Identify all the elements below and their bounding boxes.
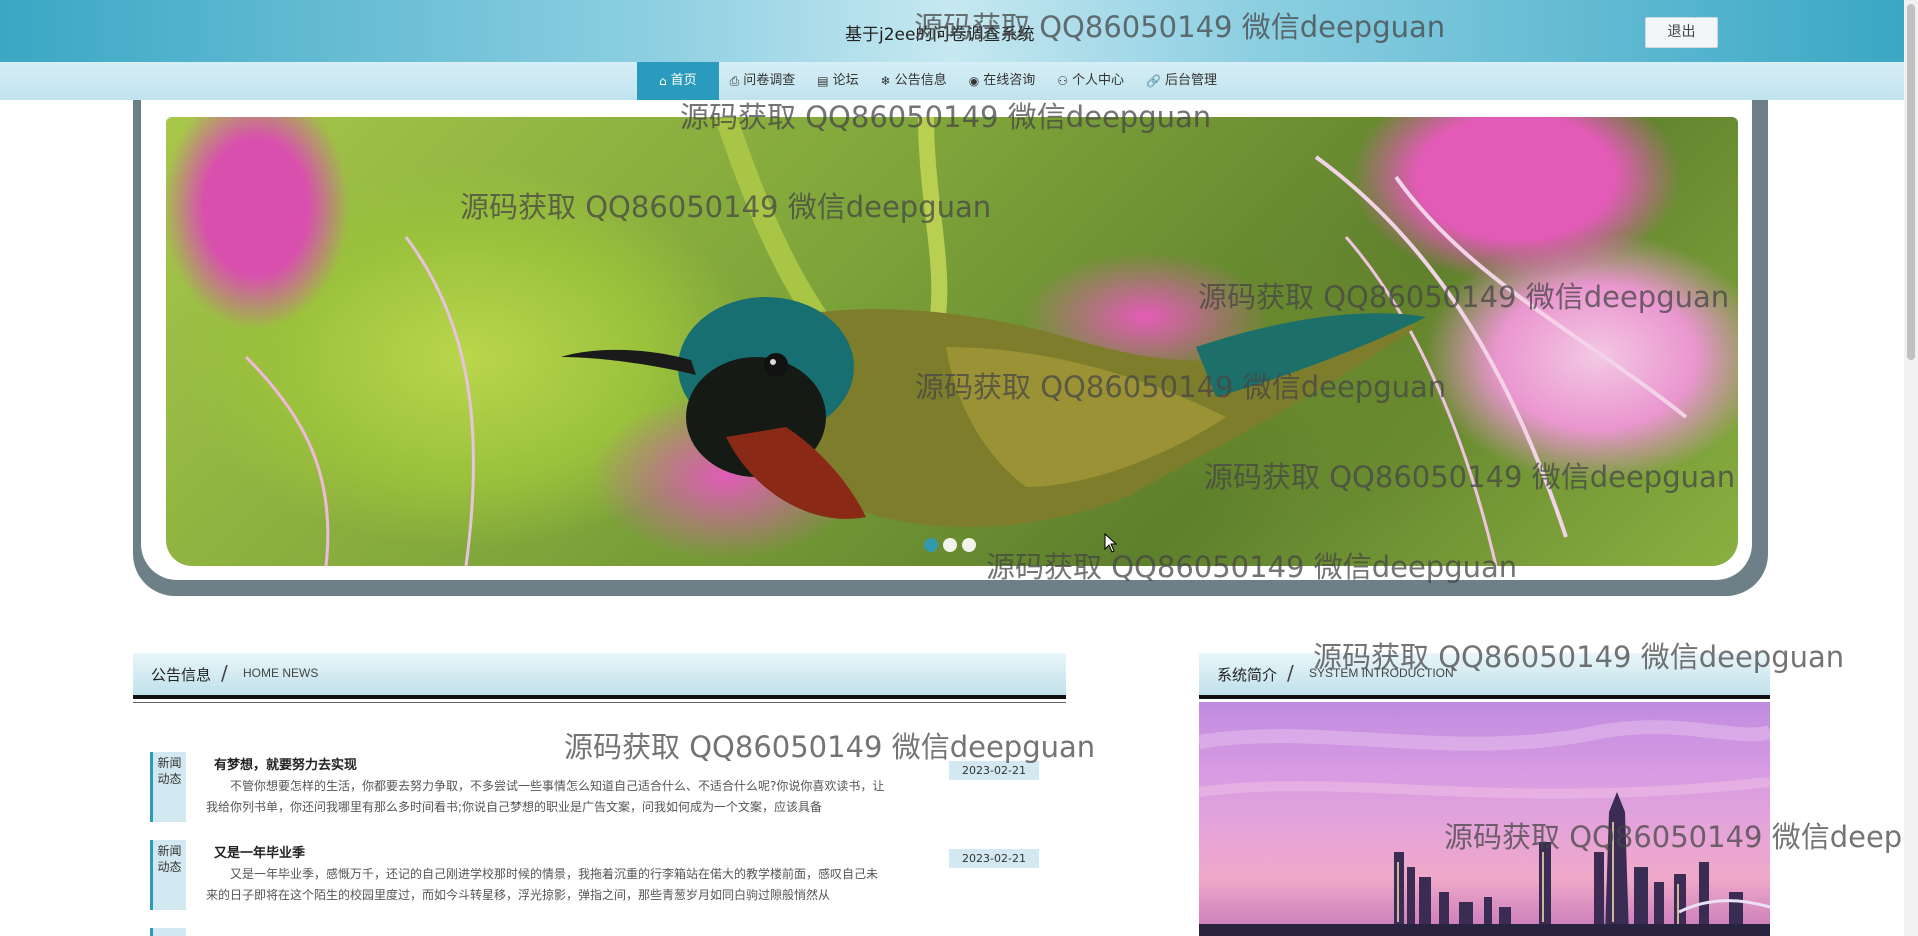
intro-section-separator: / bbox=[1287, 661, 1294, 685]
forum-icon: ▤ bbox=[817, 74, 829, 88]
nav-item-label: 后台管理 bbox=[1164, 73, 1217, 88]
intro-section-header: 系统简介 / SYSTEM INTRODUCTION bbox=[1199, 653, 1770, 699]
top-header: 基于j2ee的问卷调查系统 退出 bbox=[0, 0, 1904, 62]
news-item[interactable]: 新闻动态 又是一年毕业季 又是一年毕业季，感慨万千，还记的自己刚进学校那时候的情… bbox=[150, 840, 1040, 912]
nav-item-label: 首页 bbox=[670, 73, 697, 88]
intro-image bbox=[1199, 702, 1770, 936]
news-category-tag: 新闻动态 bbox=[150, 840, 186, 910]
nav-item-label: 公告信息 bbox=[894, 73, 947, 88]
nav-item-label: 在线咨询 bbox=[983, 73, 1036, 88]
logout-button[interactable]: 退出 bbox=[1645, 17, 1718, 48]
news-date: 2023-02-21 bbox=[949, 849, 1039, 868]
home-icon: ⌂ bbox=[659, 74, 667, 88]
printer-icon: ⎙ bbox=[729, 74, 740, 88]
intro-section-title: 系统简介 bbox=[1217, 666, 1278, 684]
nav-item-admin[interactable]: 🔗 后台管理 bbox=[1135, 62, 1228, 100]
news-section-subtitle: HOME NEWS bbox=[243, 666, 319, 680]
news-title[interactable]: 有梦想，就要努力去实现 bbox=[214, 754, 357, 773]
news-section-rule bbox=[133, 702, 1066, 703]
news-section-title: 公告信息 bbox=[151, 666, 212, 684]
site-title: 基于j2ee的问卷调查系统 bbox=[845, 25, 1035, 45]
news-summary: 又是一年毕业季，感慨万千，还记的自己刚进学校那时候的情景，我拖着沉重的行李箱站在… bbox=[206, 867, 879, 902]
mouse-cursor-icon bbox=[1104, 533, 1118, 553]
bird-illustration bbox=[244, 117, 1688, 566]
news-summary: 不管你想要怎样的生活，你都要去努力争取，不多尝试一些事情怎么知道自己适合什么、不… bbox=[206, 779, 885, 814]
carousel-slide-image[interactable] bbox=[166, 117, 1738, 566]
user-icon: ⚇ bbox=[1057, 74, 1068, 88]
nav-item-forum[interactable]: ▤ 论坛 bbox=[806, 62, 869, 100]
carousel-dot[interactable] bbox=[962, 538, 976, 552]
nav-item-survey[interactable]: ⎙ 问卷调查 bbox=[719, 62, 807, 100]
scrollbar-thumb[interactable] bbox=[1907, 4, 1915, 360]
intro-section-subtitle: SYSTEM INTRODUCTION bbox=[1309, 666, 1454, 680]
chat-icon: ◉ bbox=[968, 74, 980, 88]
nav-item-profile[interactable]: ⚇ 个人中心 bbox=[1046, 62, 1135, 100]
news-category-tag: 新闻动态 bbox=[150, 752, 186, 822]
main-nav: ⌂ 首页 ⎙ 问卷调查 ▤ 论坛 ❄ 公告信息 ◉ 在线咨询 ⚇ 个人中心 🔗 … bbox=[0, 62, 1904, 100]
snowflake-icon: ❄ bbox=[880, 74, 891, 88]
nav-item-notice[interactable]: ❄ 公告信息 bbox=[870, 62, 958, 100]
news-title[interactable]: 又是一年毕业季 bbox=[214, 842, 305, 861]
carousel-dots bbox=[924, 538, 976, 552]
news-date: 2023-02-21 bbox=[949, 761, 1039, 780]
carousel-dot[interactable] bbox=[924, 538, 938, 552]
nav-item-label: 个人中心 bbox=[1071, 73, 1124, 88]
news-section-separator: / bbox=[221, 661, 228, 685]
news-category-tag bbox=[150, 928, 186, 936]
page-scrollbar[interactable] bbox=[1904, 0, 1918, 936]
news-item[interactable]: 新闻动态 有梦想，就要努力去实现 不管你想要怎样的生活，你都要去努力争取，不多尝… bbox=[150, 752, 1040, 824]
nav-item-consult[interactable]: ◉ 在线咨询 bbox=[958, 62, 1047, 100]
nav-item-label: 论坛 bbox=[832, 73, 859, 88]
news-section-header: 公告信息 / HOME NEWS bbox=[133, 653, 1066, 699]
carousel-dot[interactable] bbox=[943, 538, 957, 552]
link-icon: 🔗 bbox=[1145, 74, 1161, 88]
nav-item-home[interactable]: ⌂ 首页 bbox=[637, 62, 719, 100]
city-skyline-illustration bbox=[1199, 720, 1770, 936]
nav-item-label: 问卷调查 bbox=[743, 73, 796, 88]
